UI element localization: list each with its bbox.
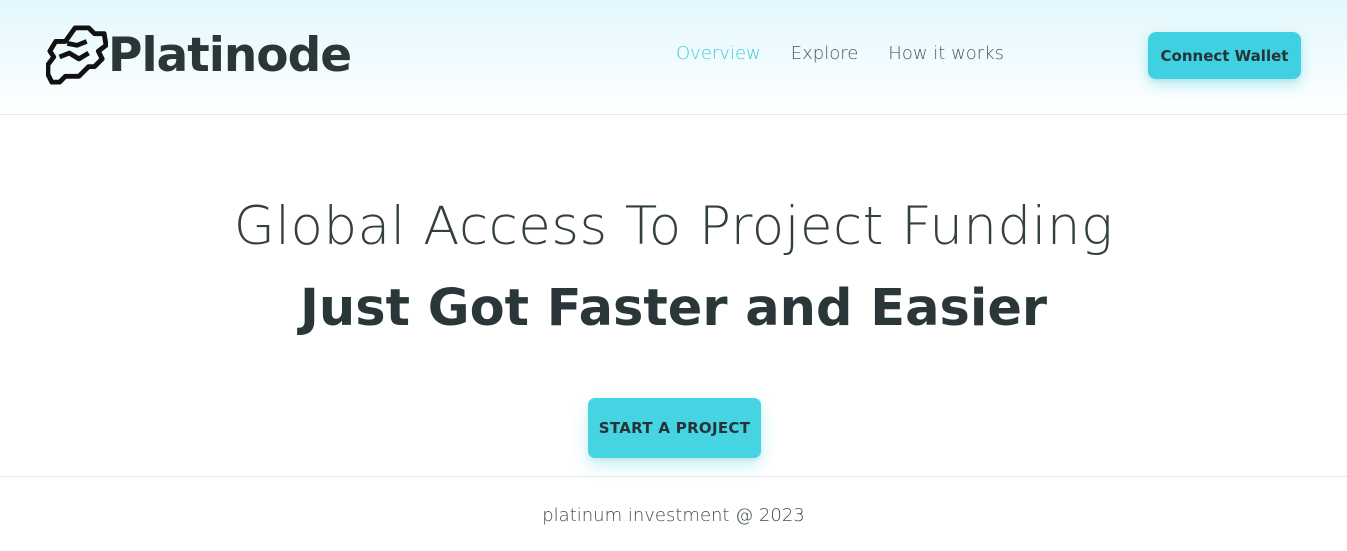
site-header: Platinode Overview Explore How it works … bbox=[0, 0, 1347, 115]
start-project-button[interactable]: START A PROJECT bbox=[588, 398, 761, 458]
main-nav: Overview Explore How it works bbox=[676, 42, 1004, 66]
hero-headline: Global Access To Project Funding bbox=[233, 196, 1114, 257]
footer-copyright: platinum investment @ 2023 bbox=[542, 505, 805, 526]
site-footer: platinum investment @ 2023 bbox=[0, 476, 1347, 551]
connect-wallet-button[interactable]: Connect Wallet bbox=[1148, 32, 1301, 79]
nav-how-it-works[interactable]: How it works bbox=[888, 42, 1004, 66]
brand-name: Platinode bbox=[108, 27, 352, 83]
brand[interactable]: Platinode bbox=[46, 22, 352, 88]
hero-section: Global Access To Project Funding Just Go… bbox=[0, 116, 1347, 476]
nav-overview[interactable]: Overview bbox=[676, 42, 761, 66]
hero-subheadline: Just Got Faster and Easier bbox=[299, 279, 1048, 338]
platinode-logo-icon bbox=[46, 25, 108, 85]
nav-explore[interactable]: Explore bbox=[791, 42, 859, 66]
